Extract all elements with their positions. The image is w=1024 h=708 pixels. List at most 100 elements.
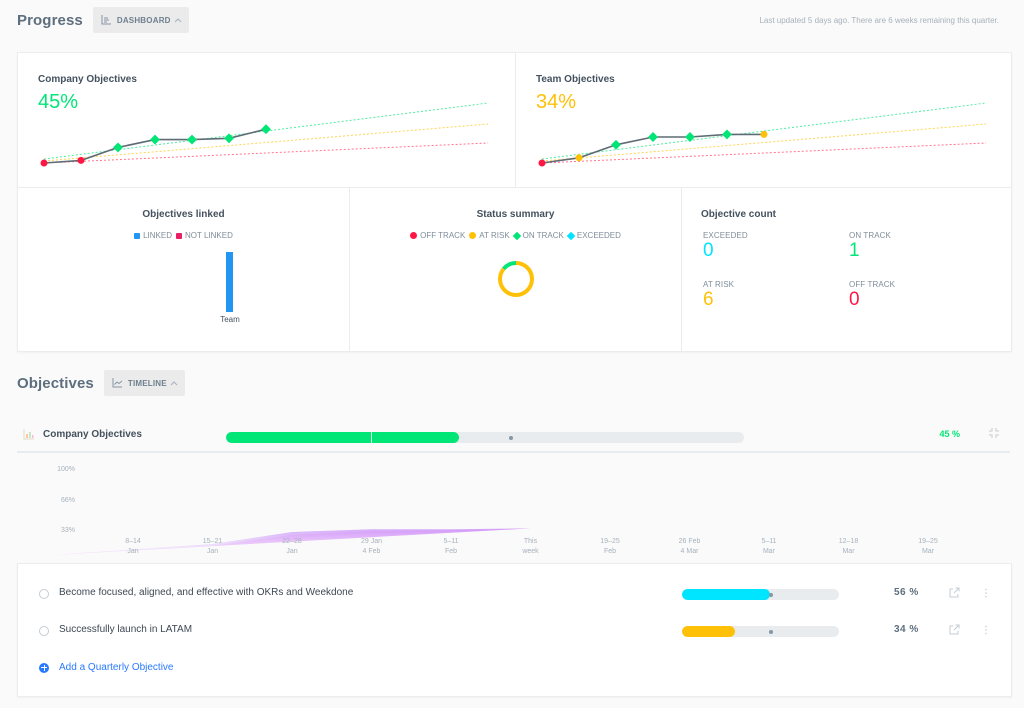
objective-progress-fill — [682, 626, 736, 637]
add-quarterly-objective-button[interactable]: Add a Quarterly Objective — [39, 662, 174, 673]
group-percent: 45 % — [939, 429, 960, 439]
legend-on-track[interactable]: ON TRACK — [512, 231, 564, 240]
status-summary-panel: Status summary OFF TRACK AT RISK ON TRAC… — [349, 188, 681, 353]
group-progress-fill — [226, 432, 460, 443]
group-progress-bar — [226, 432, 744, 443]
objective-radio[interactable] — [39, 589, 49, 599]
line-chart-icon — [112, 378, 123, 388]
linked-bar-team[interactable] — [226, 252, 233, 312]
legend-swatch-exceeded — [566, 231, 576, 240]
y-tick-label: 33% — [60, 527, 75, 534]
x-tick-line2: Mar — [921, 548, 935, 555]
legend-exceeded[interactable]: EXCEEDED — [566, 231, 621, 240]
x-tick-line2: Feb — [603, 548, 617, 555]
collapse-icon[interactable] — [988, 427, 1000, 439]
objectives-linked-legend: LINKED NOT LINKED — [18, 231, 349, 240]
x-tick-line1: 19–25 — [918, 538, 938, 545]
last-updated-text: Last updated 5 days ago. There are 6 wee… — [759, 16, 999, 25]
company-objectives-panel: Company Objectives 45% — [18, 53, 515, 188]
chevron-up-icon — [170, 381, 178, 386]
objectives-linked-title: Objectives linked — [142, 209, 225, 220]
count-off-track: OFF TRACK 0 — [849, 280, 895, 311]
objective-title[interactable]: Become focused, aligned, and effective w… — [59, 587, 353, 598]
chevron-up-icon — [174, 18, 182, 23]
legend-off-track[interactable]: OFF TRACK — [410, 231, 465, 240]
legend-swatch-off-track — [410, 232, 418, 239]
group-chart-icon — [23, 429, 34, 440]
x-tick-line1: 15–21 — [202, 538, 223, 545]
x-tick-line2: Jan — [286, 548, 298, 555]
off-track-target-line — [43, 142, 489, 164]
dashboard-view-label: DASHBOARD — [116, 15, 171, 25]
x-tick-label: 19–25 Feb — [580, 537, 640, 557]
legend-swatch-not-linked — [176, 232, 183, 239]
progress-title: Progress — [17, 11, 83, 29]
x-tick-line2: 4 Mar — [680, 548, 699, 555]
objective-progress-fill — [682, 589, 770, 600]
trend-point-diamond — [261, 124, 271, 135]
legend-not-linked[interactable]: NOT LINKED — [176, 231, 233, 240]
trend-point-diamond — [722, 129, 732, 140]
legend-swatch-at-risk — [469, 232, 477, 239]
timeline-view-label: TIMELINE — [127, 378, 167, 388]
y-tick-label: 100% — [57, 466, 75, 473]
legend-label: LINKED — [143, 231, 173, 240]
x-tick-label: 5–11 Mar — [739, 537, 799, 557]
objective-title[interactable]: Successfully launch in LATAM — [59, 624, 192, 635]
y-tick-label: 66% — [60, 497, 75, 504]
count-value: 1 — [849, 240, 860, 261]
status-summary-legend: OFF TRACK AT RISK ON TRACK EXCEEDED — [350, 231, 681, 240]
company-objectives-group-row[interactable]: Company Objectives 45 % — [17, 418, 1010, 453]
legend-at-risk[interactable]: AT RISK — [469, 231, 510, 240]
count-label: OFF TRACK — [849, 280, 896, 289]
legend-linked[interactable]: LINKED — [134, 231, 172, 240]
objective-row[interactable]: Become focused, aligned, and effective w… — [18, 584, 1011, 606]
objective-progress-bar — [682, 589, 839, 600]
x-tick-line1: 5–11 — [443, 538, 459, 545]
count-label: ON TRACK — [849, 231, 891, 240]
trend-point-circle — [538, 159, 546, 167]
x-tick-label: 15–21 Jan — [183, 537, 243, 557]
trend-point-diamond — [611, 139, 621, 150]
legend-label: AT RISK — [479, 231, 510, 240]
x-tick-line1: 8–14 — [125, 538, 141, 545]
count-label: AT RISK — [703, 280, 735, 289]
objective-radio[interactable] — [39, 626, 49, 636]
x-tick-label: 12–18 Mar — [819, 537, 879, 557]
trend-point-diamond — [187, 134, 197, 145]
x-tick-line1: This — [523, 538, 538, 545]
bar-label-team: Team — [220, 315, 240, 324]
x-tick-line2: Feb — [444, 548, 458, 555]
dashboard-view-button[interactable]: DASHBOARD — [92, 7, 189, 33]
x-tick-label: 22–28 Jan — [262, 537, 322, 557]
at-risk-target-line — [541, 123, 987, 162]
objective-expected-marker — [769, 593, 774, 597]
x-tick-line1: 12–18 — [838, 538, 859, 545]
objectives-list: Become focused, aligned, and effective w… — [17, 563, 1012, 697]
company-trend-chart — [40, 102, 489, 167]
objective-progress-bar — [682, 626, 839, 637]
objective-row[interactable]: Successfully launch in LATAM 34 % — [18, 621, 1011, 643]
x-tick-label: 19–25 Mar — [898, 537, 958, 557]
x-tick-line2: Mar — [762, 548, 776, 555]
trend-point-diamond — [113, 142, 123, 153]
group-expected-marker — [508, 436, 513, 440]
count-value: 0 — [849, 289, 860, 310]
external-link-icon[interactable] — [948, 624, 960, 636]
dashboard-card: Company Objectives 45% Team Objectives 3… — [17, 52, 1012, 353]
timeline-view-button[interactable]: TIMELINE — [103, 370, 185, 396]
legend-swatch-on-track — [512, 231, 521, 240]
x-tick-line2: week — [522, 548, 539, 555]
count-at-risk: AT RISK 6 — [703, 280, 734, 311]
more-options-icon[interactable] — [980, 624, 992, 636]
count-exceeded: EXCEEDED 0 — [703, 231, 748, 262]
x-tick-line1: 29 Jan — [360, 538, 383, 545]
objectives-timeline-chart: 100% 66% 33% 8–14 Jan 15–21 Jan 22–28 Jan 29 J… — [17, 455, 1010, 560]
x-tick-label: 26 Feb 4 Mar — [660, 537, 720, 557]
status-summary-title: Status summary — [476, 209, 555, 220]
more-options-icon[interactable] — [980, 587, 992, 599]
count-on-track: ON TRACK 1 — [849, 231, 891, 262]
external-link-icon[interactable] — [948, 587, 960, 599]
progress-header: Progress DASHBOARD — [17, 7, 189, 33]
objectives-linked-panel: Objectives linked LINKED NOT LINKED Team — [18, 188, 349, 353]
